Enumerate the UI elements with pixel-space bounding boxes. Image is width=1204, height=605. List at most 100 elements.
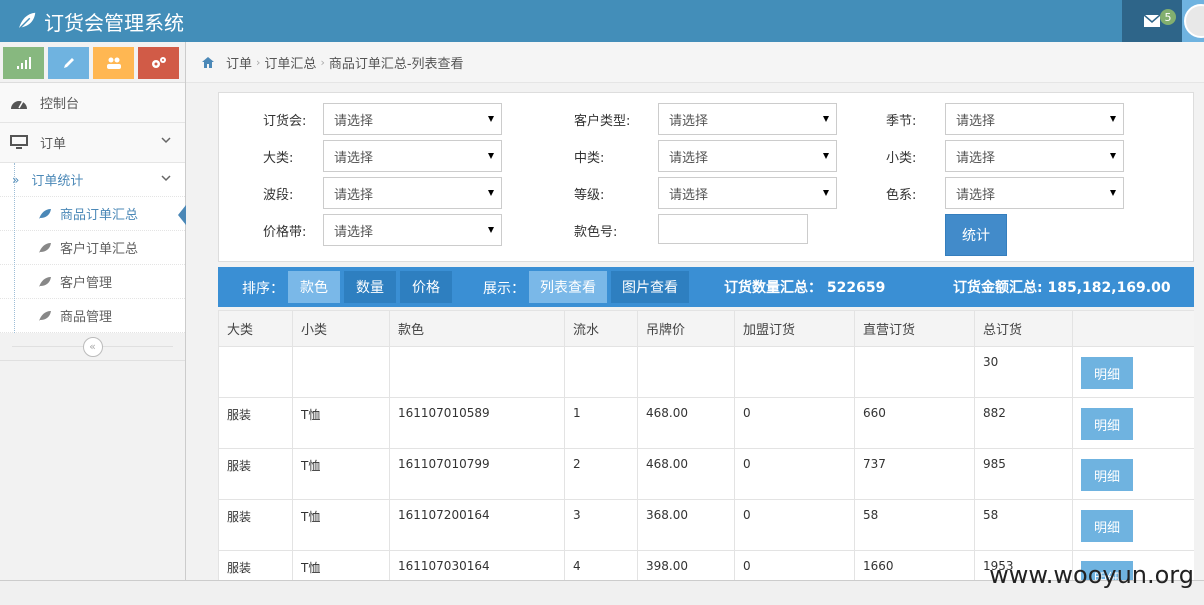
column-header: 小类 xyxy=(292,310,390,347)
color-no-input[interactable] xyxy=(658,214,808,244)
user-avatar[interactable] xyxy=(1182,0,1204,42)
table-cell: 30 xyxy=(974,346,1073,398)
column-header: 流水 xyxy=(564,310,638,347)
summary-bar: 排序： 款色 数量 价格 展示： 列表查看 图片查看 订货数量汇总： 52265… xyxy=(218,267,1194,307)
category-select[interactable]: 请选择 xyxy=(323,140,502,172)
color-no-label: 款色号: xyxy=(574,225,618,240)
column-header: 吊牌价 xyxy=(637,310,735,347)
table-cell: 服装 xyxy=(218,550,293,580)
signal-shortcut-button[interactable] xyxy=(3,47,44,79)
detail-button[interactable]: 明细 xyxy=(1081,357,1133,389)
sidebar-collapse: « xyxy=(0,333,185,361)
wave-select[interactable]: 请选择 xyxy=(323,177,502,209)
table-cell xyxy=(637,346,735,398)
breadcrumb: 订单 › 订单汇总 › 商品订单汇总-列表查看 xyxy=(186,42,1204,83)
column-header: 直营订货 xyxy=(854,310,975,347)
table-cell: 4 xyxy=(564,550,638,580)
leaf-icon xyxy=(39,310,51,321)
table-cell xyxy=(389,346,565,398)
sidebar-submenu-orders: » 订单统计 商品订单汇总 客户订单汇总 客户管理 商品管理 xyxy=(0,163,186,333)
table-cell-action: 明细 xyxy=(1072,346,1194,398)
table-cell xyxy=(292,346,390,398)
double-angle-left-icon: « xyxy=(89,340,96,353)
pencil-shortcut-button[interactable] xyxy=(48,47,89,79)
sidebar-item-order-stats[interactable]: » 订单统计 xyxy=(0,163,185,197)
view-tab-list[interactable]: 列表查看 xyxy=(529,271,607,303)
message-count-badge: 5 xyxy=(1160,9,1176,25)
sidebar-item-orders[interactable]: 订单 xyxy=(0,123,185,163)
table-cell: T恤 xyxy=(292,550,390,580)
sidebar-collapse-button[interactable]: « xyxy=(82,336,103,357)
table-cell xyxy=(564,346,638,398)
sidebar-item-customer-management[interactable]: 客户管理 xyxy=(0,265,185,299)
caret-down-icon xyxy=(488,190,494,196)
table-row: 服装 T恤 161107010589 1 468.00 0 660 882 明细 xyxy=(218,397,1194,449)
table-cell: 58 xyxy=(974,499,1073,551)
caret-down-icon xyxy=(823,190,829,196)
grade-select[interactable]: 请选择 xyxy=(658,177,837,209)
sub-category-select[interactable]: 请选择 xyxy=(945,140,1124,172)
color-series-select[interactable]: 请选择 xyxy=(945,177,1124,209)
sidebar-item-product-order-summary[interactable]: 商品订单汇总 xyxy=(0,197,186,231)
column-header: 加盟订货 xyxy=(734,310,855,347)
table-cell: 0 xyxy=(734,448,855,500)
statistics-button[interactable]: 统计 xyxy=(945,214,1007,256)
detail-button[interactable]: 明细 xyxy=(1081,408,1133,440)
users-shortcut-button[interactable] xyxy=(93,47,134,79)
detail-button[interactable]: 明细 xyxy=(1081,510,1133,542)
table-cell: T恤 xyxy=(292,397,390,449)
sidebar-item-label: 商品管理 xyxy=(60,310,113,325)
table-cell: 0 xyxy=(734,550,855,580)
price-band-label: 价格带: xyxy=(263,225,307,240)
cogs-shortcut-button[interactable] xyxy=(138,47,179,79)
home-icon[interactable] xyxy=(202,56,214,68)
category-label: 大类: xyxy=(263,151,294,166)
sort-label: 排序： xyxy=(242,281,284,297)
leaf-icon xyxy=(39,276,51,287)
summary-table-wrapper: 大类 小类 款色 流水 吊牌价 加盟订货 直营订货 总订货 30 明细 服装 T… xyxy=(218,310,1194,580)
table-cell: 468.00 xyxy=(637,448,735,500)
double-angle-right-icon: » xyxy=(12,172,20,187)
messages-button[interactable]: 5 xyxy=(1122,0,1182,42)
watermark: www.wooyun.org xyxy=(989,561,1194,589)
season-select[interactable]: 请选择 xyxy=(945,103,1124,135)
sidebar-item-label: 客户管理 xyxy=(60,276,113,291)
table-cell: 161107010589 xyxy=(389,397,565,449)
column-header: 大类 xyxy=(218,310,293,347)
sort-tab-style[interactable]: 款色 xyxy=(288,271,340,303)
sidebar-shortcuts xyxy=(0,42,185,83)
caret-down-icon xyxy=(1110,116,1116,122)
customer-type-select[interactable]: 请选择 xyxy=(658,103,837,135)
detail-button[interactable]: 明细 xyxy=(1081,459,1133,491)
caret-down-icon xyxy=(1110,190,1116,196)
quantity-total: 522659 xyxy=(826,280,886,296)
table-cell: 368.00 xyxy=(637,499,735,551)
leaf-icon xyxy=(39,208,51,219)
sort-tab-quantity[interactable]: 数量 xyxy=(344,271,396,303)
table-cell: 985 xyxy=(974,448,1073,500)
brand[interactable]: 订货会管理系统 xyxy=(16,0,184,42)
table-cell: 58 xyxy=(854,499,975,551)
view-label: 展示： xyxy=(483,281,525,297)
caret-down-icon xyxy=(1110,153,1116,159)
breadcrumb-item[interactable]: 订单 xyxy=(226,53,252,72)
table-cell: 2 xyxy=(564,448,638,500)
price-band-select[interactable]: 请选择 xyxy=(323,214,502,246)
sidebar-item-dashboard[interactable]: 控制台 xyxy=(0,83,185,123)
envelope-icon xyxy=(1144,15,1160,27)
sidebar-item-customer-order-summary[interactable]: 客户订单汇总 xyxy=(0,231,185,265)
breadcrumb-current: 商品订单汇总-列表查看 xyxy=(328,56,464,72)
breadcrumb-item[interactable]: 订单汇总 xyxy=(264,53,316,72)
sidebar-item-product-management[interactable]: 商品管理 xyxy=(0,299,185,333)
wave-label: 波段: xyxy=(263,188,294,203)
sidebar-item-label: 客户订单汇总 xyxy=(60,242,139,257)
table-row: 30 明细 xyxy=(218,346,1194,398)
sort-tab-price[interactable]: 价格 xyxy=(400,271,452,303)
table-cell: 1660 xyxy=(854,550,975,580)
mid-category-select[interactable]: 请选择 xyxy=(658,140,837,172)
table-row: 服装 T恤 161107200164 3 368.00 0 58 58 明细 xyxy=(218,499,1194,551)
column-header: 总订货 xyxy=(974,310,1073,347)
filter-panel: 订货会: 请选择 客户类型: 请选择 季节: 请选择 大类: 请选择 中类: 请… xyxy=(218,92,1194,262)
order-fair-select[interactable]: 请选择 xyxy=(323,103,502,135)
view-tab-image[interactable]: 图片查看 xyxy=(611,271,689,303)
